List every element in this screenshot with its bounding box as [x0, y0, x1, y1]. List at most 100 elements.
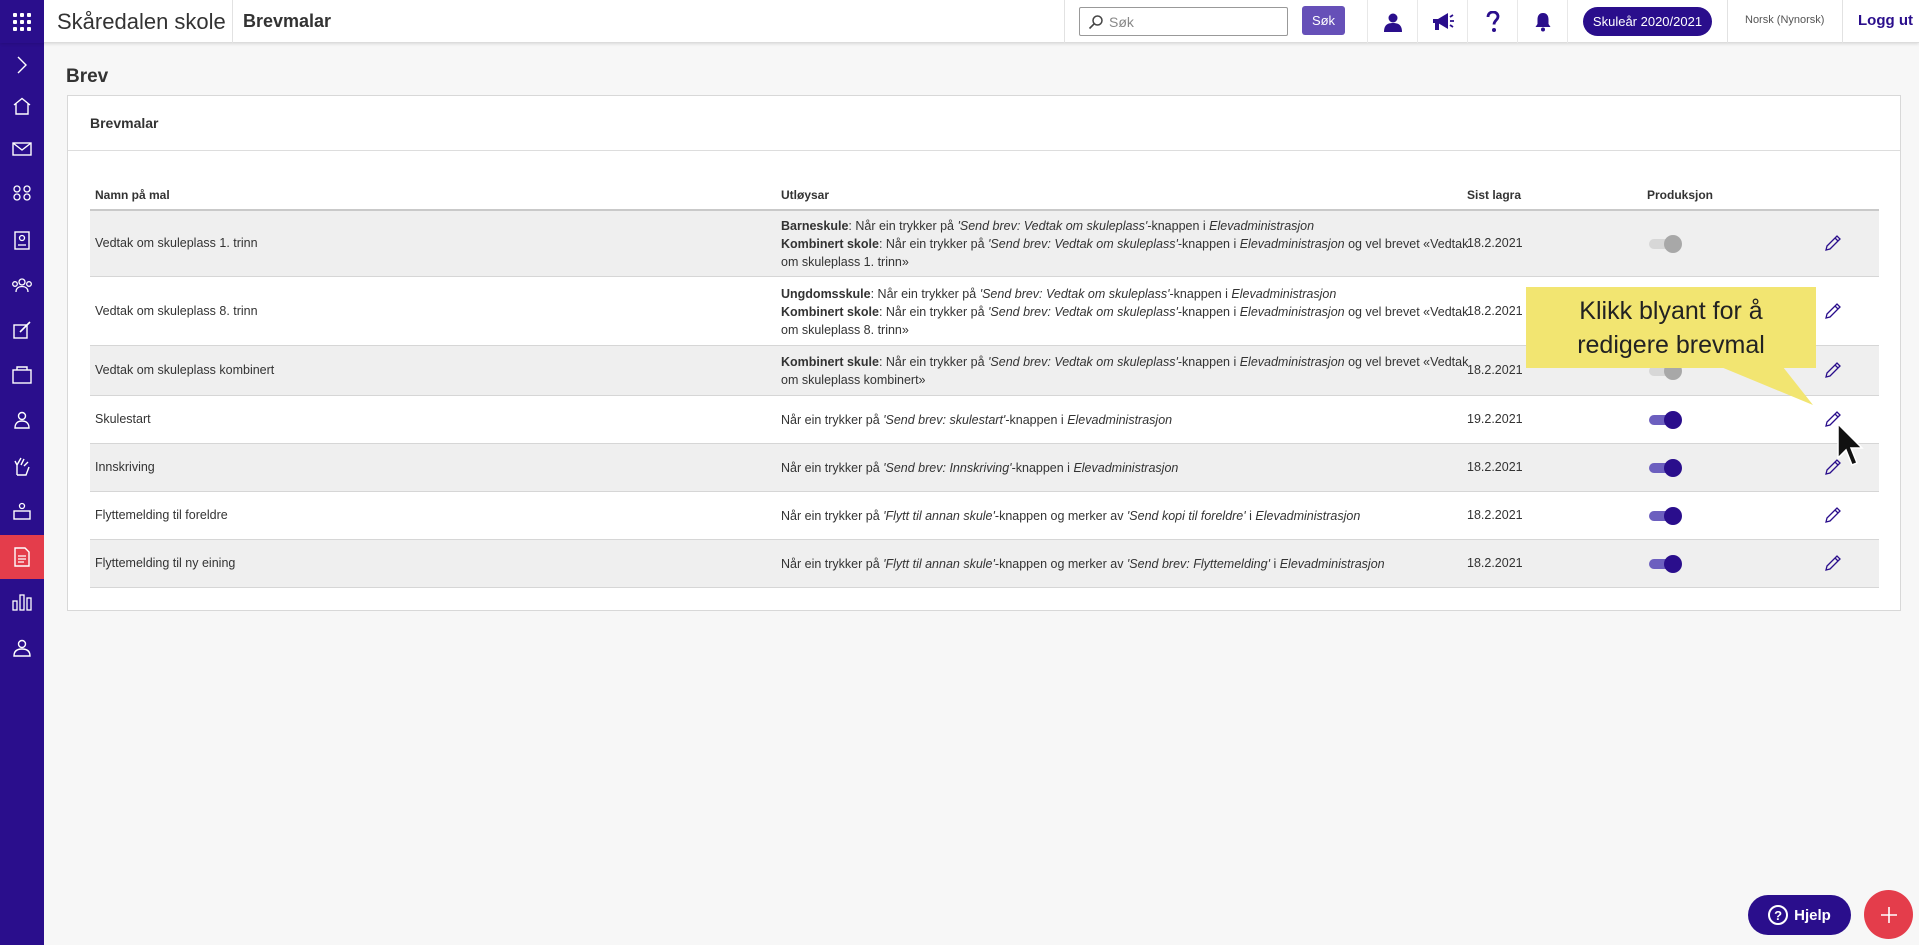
edit-template-button[interactable] — [1821, 551, 1845, 575]
language-selector[interactable]: Norsk (Nynorsk) — [1745, 14, 1824, 26]
question-icon — [1486, 10, 1499, 32]
divider — [1567, 0, 1568, 43]
edit-template-button[interactable] — [1821, 231, 1845, 255]
bell-icon — [1535, 12, 1550, 31]
desk-icon — [13, 502, 31, 520]
panel-header: Brevmalar — [68, 96, 1900, 151]
sidebar-item-activities[interactable] — [0, 444, 44, 488]
help-label: Hjelp — [1794, 906, 1831, 924]
table-body: Vedtak om skuleplass 1. trinn Barneskule:… — [90, 211, 1879, 588]
sidebar-item-classroom[interactable] — [0, 489, 44, 533]
chevron-right-icon — [17, 56, 27, 74]
person-icon — [14, 411, 30, 429]
column-header-saved[interactable]: Sist lagra — [1467, 188, 1521, 202]
sidebar-item-students[interactable] — [0, 218, 44, 262]
help-button[interactable]: ? Hjelp — [1748, 895, 1851, 935]
search-input[interactable] — [1109, 13, 1279, 30]
announcements-button[interactable] — [1417, 0, 1467, 43]
last-saved-date: 18.2.2021 — [1467, 508, 1523, 522]
template-trigger: Ungdomsskule: Når ein trykker på 'Send b… — [781, 286, 1469, 337]
sidebar-item-letters[interactable] — [0, 535, 44, 579]
last-saved-date: 18.2.2021 — [1467, 236, 1523, 250]
group-icon — [13, 185, 31, 201]
edit-template-button[interactable] — [1821, 299, 1845, 323]
last-saved-date: 18.2.2021 — [1467, 303, 1523, 318]
toggle-knob — [1664, 411, 1682, 429]
sidebar-item-teachers[interactable] — [0, 263, 44, 307]
megaphone-icon — [1432, 12, 1454, 30]
last-saved-date: 18.2.2021 — [1467, 460, 1523, 474]
toggle-knob — [1664, 555, 1682, 573]
help-menu-button[interactable] — [1467, 0, 1517, 43]
search-field[interactable] — [1079, 7, 1288, 36]
table-row: Innskriving Når ein trykker på 'Send brev… — [90, 444, 1879, 492]
plus-icon — [1880, 906, 1897, 923]
column-header-name[interactable]: Namn på mal — [95, 188, 170, 202]
page-heading: Brev — [66, 66, 109, 87]
template-trigger: Når ein trykker på 'Send brev: skulestar… — [781, 413, 1173, 427]
toggle-knob — [1664, 459, 1682, 477]
bar-chart-icon — [12, 594, 32, 611]
column-header-trigger[interactable]: Utløysar — [781, 188, 829, 202]
logout-link[interactable]: Logg ut — [1858, 12, 1913, 29]
last-saved-date: 18.2.2021 — [1467, 363, 1523, 377]
sidebar — [0, 43, 44, 945]
search-icon — [1088, 14, 1103, 29]
pencil-icon — [1825, 235, 1841, 251]
apps-grid-icon[interactable] — [0, 0, 44, 43]
sidebar-item-groups[interactable] — [0, 172, 44, 216]
template-name: Flyttemelding til ny eining — [95, 556, 236, 570]
sidebar-item-settings[interactable] — [0, 626, 44, 670]
template-trigger: Barneskule: Når ein trykker på 'Send bre… — [781, 219, 1469, 269]
templates-table: Namn på mal Utløysar Sist lagra Produksj… — [90, 180, 1879, 588]
sidebar-item-home[interactable] — [0, 84, 44, 128]
sidebar-item-assessment[interactable] — [0, 308, 44, 352]
sidebar-item-statistics[interactable] — [0, 580, 44, 624]
sidebar-item-messages[interactable] — [0, 127, 44, 171]
add-button[interactable] — [1864, 890, 1913, 939]
instruction-callout: Klikk blyant for å redigere brevmal — [1526, 287, 1816, 368]
divider — [1064, 0, 1065, 43]
school-name: Skåredalen skole — [57, 9, 226, 34]
admin-icon — [13, 639, 31, 657]
template-name: Flyttemelding til foreldre — [95, 508, 228, 522]
production-toggle[interactable] — [1647, 555, 1683, 573]
edit-template-button[interactable] — [1821, 503, 1845, 527]
pencil-icon — [1825, 302, 1841, 319]
home-icon — [13, 97, 31, 115]
profile-button[interactable] — [1367, 0, 1417, 43]
template-name: Skulestart — [95, 412, 151, 426]
pencil-icon — [1825, 362, 1841, 378]
panel-title: Brevmalar — [90, 115, 159, 131]
folder-icon — [12, 366, 32, 384]
production-toggle[interactable] — [1647, 459, 1683, 477]
production-toggle[interactable] — [1647, 235, 1683, 253]
template-name: Vedtak om skuleplass kombinert — [95, 363, 275, 377]
production-toggle[interactable] — [1647, 507, 1683, 525]
template-trigger: Når ein trykker på 'Flytt til annan skul… — [781, 509, 1361, 523]
table-row: Flyttemelding til ny eining Når ein trykk… — [90, 540, 1879, 588]
assessment-icon — [13, 321, 31, 339]
mouse-cursor-icon — [1837, 422, 1864, 466]
template-name: Vedtak om skuleplass 1. trinn — [95, 236, 258, 250]
last-saved-date: 18.2.2021 — [1467, 556, 1523, 570]
table-row: Skulestart Når ein trykker på 'Send brev:… — [90, 396, 1879, 444]
template-trigger: Kombinert skule: Når ein trykker på 'Sen… — [781, 355, 1469, 387]
sidebar-item-expand[interactable] — [0, 43, 44, 87]
table-header: Namn på mal Utløysar Sist lagra Produksj… — [90, 180, 1879, 211]
column-header-production[interactable]: Produksjon — [1647, 188, 1713, 202]
pencil-icon — [1825, 507, 1841, 523]
sidebar-item-user[interactable] — [0, 398, 44, 442]
toggle-knob — [1664, 507, 1682, 525]
search-button[interactable]: Søk — [1302, 6, 1345, 35]
user-icon — [1383, 13, 1402, 32]
page-title: Brevmalar — [243, 11, 332, 31]
production-toggle[interactable] — [1647, 411, 1683, 429]
template-name: Innskriving — [95, 460, 155, 474]
hand-icon — [14, 457, 30, 476]
template-name: Vedtak om skuleplass 8. trinn — [95, 303, 258, 318]
sidebar-item-courses[interactable] — [0, 353, 44, 397]
edit-template-button[interactable] — [1821, 358, 1845, 382]
school-year-selector[interactable]: Skuleår 2020/2021 — [1583, 7, 1712, 36]
notifications-button[interactable] — [1517, 0, 1567, 43]
